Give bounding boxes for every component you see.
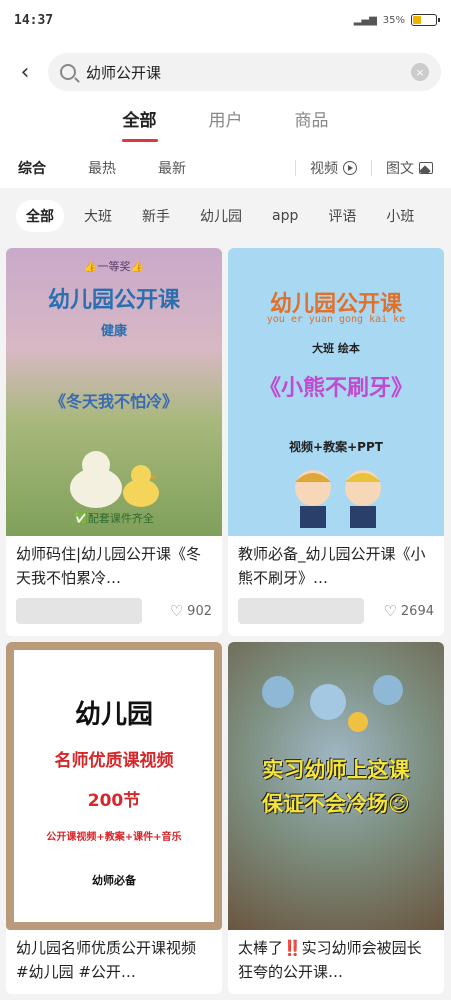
crafts-illustration xyxy=(262,675,403,732)
sort-comprehensive[interactable]: 综合 xyxy=(18,158,46,178)
cover-materials: 视频+教案+PPT xyxy=(289,440,383,454)
cover-materials: 公开课视频+教案+课件+音乐 xyxy=(46,832,182,843)
cover-pinyin: you er yuan gong kai ke xyxy=(266,314,406,325)
author-info[interactable] xyxy=(238,598,364,624)
card-cover-image[interactable]: 幼儿园公开课 you er yuan gong kai ke 大班 绘本 《小熊… xyxy=(228,248,444,536)
cover-subtitle: 健康 xyxy=(100,324,127,339)
cover-lesson-title: 《小熊不刷牙》 xyxy=(258,376,413,401)
chip-junior-class[interactable]: 小班 xyxy=(376,200,424,232)
note-card-4[interactable]: 实习幼师上这课 保证不会冷场😉 太棒了‼️实习幼师会被园长狂夸的公开课… xyxy=(228,642,444,994)
cover-footnote: 幼师必备 xyxy=(92,874,136,887)
chip-app[interactable]: app xyxy=(262,202,308,230)
sort-newest[interactable]: 最新 xyxy=(158,158,186,178)
chip-kindergarten[interactable]: 幼儿园 xyxy=(190,200,252,232)
heart-icon: ♡ xyxy=(169,602,184,620)
cover-headline-1: 实习幼师上这课 xyxy=(262,758,410,782)
cover-subtitle: 名师优质课视频 xyxy=(54,751,174,771)
image-icon xyxy=(419,162,433,174)
card-title[interactable]: 幼师码住|幼儿园公开课《冬天我不怕累冷… xyxy=(6,536,222,594)
play-icon xyxy=(343,161,357,175)
divider xyxy=(295,160,296,176)
note-card-2[interactable]: 幼儿园公开课 you er yuan gong kai ke 大班 绘本 《小熊… xyxy=(228,248,444,636)
author-info[interactable] xyxy=(16,598,142,624)
like-button[interactable]: ♡ 2694 xyxy=(383,602,434,620)
ducks-illustration xyxy=(70,451,159,508)
cover-heading: 幼儿园公开课 xyxy=(47,288,180,313)
cover-headline-2: 保证不会冷场😉 xyxy=(262,792,410,816)
chip-all[interactable]: 全部 xyxy=(16,200,64,232)
sort-bar: 综合 最热 最新 视频 图文 xyxy=(0,148,451,188)
tab-all[interactable]: 全部 xyxy=(123,104,157,148)
card-title[interactable]: 教师必备_幼儿园公开课《小熊不刷牙》… xyxy=(228,536,444,594)
cover-badge: 👍一等奖👍 xyxy=(83,260,145,273)
clear-icon[interactable]: × xyxy=(411,63,429,81)
back-button[interactable]: ‹ xyxy=(10,52,40,92)
filter-image-text-label: 图文 xyxy=(386,161,414,177)
card-cover-image[interactable]: 幼儿园 名师优质课视频 200节 公开课视频+教案+课件+音乐 幼师必备 xyxy=(6,642,222,930)
note-card-3[interactable]: 幼儿园 名师优质课视频 200节 公开课视频+教案+课件+音乐 幼师必备 幼儿园… xyxy=(6,642,222,994)
heart-icon: ♡ xyxy=(383,602,397,620)
like-count: 902 xyxy=(187,603,212,619)
filter-image-text[interactable]: 图文 xyxy=(386,158,433,178)
signal-icon: ▂▄▆ xyxy=(353,14,377,26)
note-card-1[interactable]: 👍一等奖👍 幼儿园公开课 健康 《冬天我不怕冷》 ✅配套课件齐全 幼师码住|幼儿… xyxy=(6,248,222,636)
status-icons: ▂▄▆ 35% xyxy=(353,14,440,26)
card-title[interactable]: 幼儿园名师优质公开课视频 #幼儿园 #公开… xyxy=(6,930,222,988)
cover-lesson-title: 《冬天我不怕冷》 xyxy=(49,392,178,411)
filter-video-label: 视频 xyxy=(310,161,338,177)
cover-footnote: ✅配套课件齐全 xyxy=(74,512,154,525)
tab-users[interactable]: 用户 xyxy=(209,104,243,148)
divider xyxy=(371,160,372,176)
search-header: ‹ 幼师公开课 × xyxy=(0,40,451,104)
cover-count: 200节 xyxy=(87,791,141,811)
status-time: 14:37 xyxy=(14,12,54,28)
tab-products[interactable]: 商品 xyxy=(295,104,329,148)
main-tabs: 全部 用户 商品 xyxy=(0,104,451,148)
status-bar: 14:37 ▂▄▆ 35% xyxy=(0,0,451,40)
card-cover-image[interactable]: 👍一等奖👍 幼儿园公开课 健康 《冬天我不怕冷》 ✅配套课件齐全 xyxy=(6,248,222,536)
chip-comments[interactable]: 评语 xyxy=(318,200,366,232)
chip-beginner[interactable]: 新手 xyxy=(132,200,180,232)
search-icon xyxy=(60,64,76,80)
like-button[interactable]: ♡ 902 xyxy=(170,602,212,620)
card-title[interactable]: 太棒了‼️实习幼师会被园长狂夸的公开课… xyxy=(228,930,444,988)
search-input[interactable]: 幼师公开课 × xyxy=(48,53,441,91)
topic-chips: 全部 大班 新手 幼儿园 app 评语 小班 xyxy=(0,188,451,244)
like-count: 2694 xyxy=(400,603,434,619)
filter-video[interactable]: 视频 xyxy=(310,158,357,178)
chip-senior-class[interactable]: 大班 xyxy=(74,200,122,232)
search-query[interactable]: 幼师公开课 xyxy=(86,62,411,83)
sort-hottest[interactable]: 最热 xyxy=(88,158,116,178)
card-cover-image[interactable]: 实习幼师上这课 保证不会冷场😉 xyxy=(228,642,444,930)
battery-percent: 35% xyxy=(382,14,405,26)
cover-subtitle: 大班 绘本 xyxy=(312,342,360,355)
kids-illustration xyxy=(295,470,381,528)
cover-heading: 幼儿园 xyxy=(74,700,153,730)
battery-icon xyxy=(411,14,440,26)
